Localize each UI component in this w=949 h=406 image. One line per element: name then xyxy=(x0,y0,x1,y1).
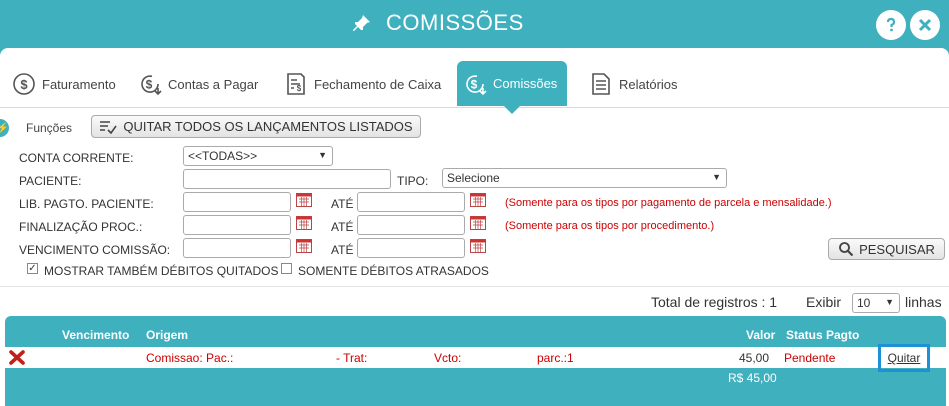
column-header-valor: Valor xyxy=(746,328,776,342)
quit-action-frame: Quitar xyxy=(878,344,930,372)
parc-cell: parc.:1 xyxy=(537,351,574,365)
note-parcela: (Somente para os tipos por pagamento de … xyxy=(505,197,832,209)
tab-bar: $ Faturamento $ Contas a Pagar $ Fechame… xyxy=(0,48,949,114)
dollar-circle-icon: $ xyxy=(13,73,35,95)
vencimento-to-input[interactable] xyxy=(357,238,465,258)
finalizacao-from-input[interactable] xyxy=(183,215,291,235)
total-records: Total de registros : 1 xyxy=(651,294,778,310)
close-button[interactable] xyxy=(910,10,940,40)
trat-cell: - Trat: xyxy=(336,351,368,365)
show-label: Exibir xyxy=(806,294,842,310)
quit-all-label: QUITAR TODOS OS LANÇAMENTOS LISTADOS xyxy=(123,119,413,134)
origem-cell: Comissao: Pac.: xyxy=(146,351,234,365)
table-total: R$ 45,00 xyxy=(728,371,777,385)
conta-corrente-value: <<TODAS>> xyxy=(188,149,258,163)
vencimento-from-input[interactable] xyxy=(183,238,291,258)
chevron-down-icon: ▼ xyxy=(885,297,894,307)
tipo-value: Selecione xyxy=(447,171,500,185)
paciente-input[interactable] xyxy=(183,169,391,189)
paciente-label: PACIENTE: xyxy=(19,174,82,188)
column-header-status: Status Pagto xyxy=(786,328,860,342)
svg-text:$: $ xyxy=(20,77,28,92)
table-row: Comissao: Pac.: - Trat: Vcto: parc.:1 45… xyxy=(5,344,946,372)
tab-fechamento-de-caixa[interactable]: $ Fechamento de Caixa xyxy=(284,62,441,106)
help-icon xyxy=(886,17,896,32)
chevron-down-icon: ▼ xyxy=(712,172,721,182)
ate-label: ATÉ xyxy=(331,243,354,257)
tab-label: Relatórios xyxy=(619,76,678,92)
search-label: PESQUISAR xyxy=(859,241,935,257)
quit-all-button[interactable]: QUITAR TODOS OS LANÇAMENTOS LISTADOS xyxy=(91,115,421,138)
list-check-icon xyxy=(100,120,118,134)
tab-comissoes[interactable]: $ Comissões xyxy=(457,61,568,114)
pin-icon xyxy=(353,15,370,31)
document-icon xyxy=(592,73,610,95)
calendar-icon[interactable] xyxy=(296,239,312,253)
search-icon xyxy=(839,242,854,257)
lines-label: linhas xyxy=(905,294,942,310)
only-overdue-label: SOMENTE DÉBITOS ATRASADOS xyxy=(298,264,489,278)
finalizacao-to-input[interactable] xyxy=(357,215,465,235)
tab-label: Faturamento xyxy=(42,76,116,92)
per-page-select[interactable]: 10 ▼ xyxy=(852,293,900,313)
calendar-icon[interactable] xyxy=(296,193,312,207)
valor-cell: 45,00 xyxy=(739,351,770,365)
close-icon xyxy=(918,18,932,32)
svg-text:$: $ xyxy=(146,78,153,92)
lib-pagto-from-input[interactable] xyxy=(183,192,291,212)
page-title: COMISSÕES xyxy=(386,10,524,35)
status-cell: Pendente xyxy=(784,351,836,365)
tipo-select[interactable]: Selecione ▼ xyxy=(442,168,727,188)
calendar-icon[interactable] xyxy=(470,193,486,207)
show-paid-checkbox[interactable]: ✓ xyxy=(27,263,38,274)
chevron-down-icon: ▼ xyxy=(318,150,327,160)
tab-faturamento[interactable]: $ Faturamento xyxy=(12,62,116,106)
results-table: Vencimento Origem Valor Status Pagto Com… xyxy=(5,316,946,406)
receipt-icon: $ xyxy=(287,73,305,95)
calendar-icon[interactable] xyxy=(296,216,312,230)
calendar-icon[interactable] xyxy=(470,216,486,230)
note-procedimento: (Somente para os tipos por procedimento.… xyxy=(505,220,715,232)
svg-text:$: $ xyxy=(297,84,302,93)
conta-corrente-select[interactable]: <<TODAS>> ▼ xyxy=(183,146,333,166)
tab-label: Contas a Pagar xyxy=(168,76,259,92)
help-button[interactable] xyxy=(876,10,906,40)
tab-relatorios[interactable]: Relatórios xyxy=(589,62,678,106)
divider xyxy=(0,286,949,287)
quit-link[interactable]: Quitar xyxy=(888,351,921,365)
conta-corrente-label: CONTA CORRENTE: xyxy=(19,151,134,165)
title-bar: COMISSÕES xyxy=(0,0,949,48)
ate-label: ATÉ xyxy=(331,197,354,211)
per-page-value: 10 xyxy=(857,296,871,310)
column-header-vencimento: Vencimento xyxy=(62,328,130,342)
vcto-cell: Vcto: xyxy=(434,351,462,365)
show-paid-label: MOSTRAR TAMBÉM DÉBITOS QUITADOS xyxy=(44,264,279,278)
delete-icon[interactable] xyxy=(9,350,25,365)
tab-label: Fechamento de Caixa xyxy=(314,76,442,92)
tab-contas-a-pagar[interactable]: $ Contas a Pagar xyxy=(138,62,258,106)
dollar-down-icon: $ xyxy=(141,75,162,96)
tab-label: Comissões xyxy=(493,76,558,91)
functions-row: ⚡ Funções QUITAR TODOS OS LANÇAMENTOS LI… xyxy=(0,108,949,148)
finalizacao-label: FINALIZAÇÃO PROC.: xyxy=(19,220,143,234)
only-overdue-checkbox[interactable] xyxy=(281,263,292,274)
search-button[interactable]: PESQUISAR xyxy=(828,238,945,260)
ate-label: ATÉ xyxy=(331,220,354,234)
svg-text:$: $ xyxy=(471,77,478,91)
vencimento-label: VENCIMENTO COMISSÃO: xyxy=(19,243,171,257)
lib-pagto-label: LIB. PAGTO. PACIENTE: xyxy=(19,197,154,211)
main-panel: $ Faturamento $ Contas a Pagar $ Fechame… xyxy=(0,48,949,406)
lib-pagto-to-input[interactable] xyxy=(357,192,465,212)
column-header-origem: Origem xyxy=(146,328,189,342)
title-wrap: COMISSÕES xyxy=(352,10,524,36)
bolt-icon: ⚡ xyxy=(0,119,9,137)
tipo-label: TIPO: xyxy=(397,174,429,188)
dollar-down-icon: $ xyxy=(466,74,487,95)
functions-label: Funções xyxy=(26,121,73,135)
calendar-icon[interactable] xyxy=(470,239,486,253)
